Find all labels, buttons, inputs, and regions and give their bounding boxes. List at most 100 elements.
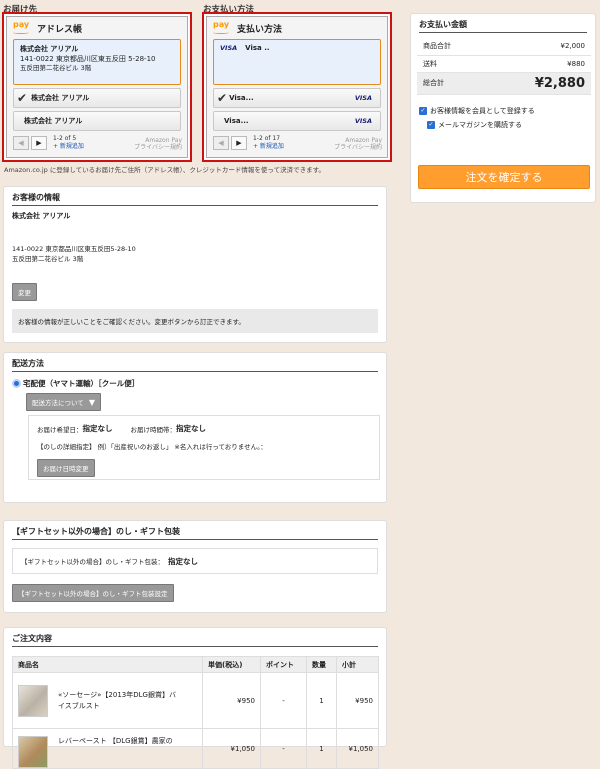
address-book-title: アドレス帳 [37,24,83,35]
table-row: レバーペースト 【DLG銀賞】農家の ¥1,050 - 1 ¥1,050 [12,728,379,769]
col-price: 単価(税込) [202,656,261,673]
col-points: ポイント [260,656,307,673]
gift-settings-button[interactable]: 【ギフトセット以外の場合】のし・ギフト包装設定 [12,584,174,602]
customer-address-line2: 五反田第二花谷ビル 3階 [12,254,84,263]
address-book-widget-frame: pay アドレス帳 株式会社 アリアル 141-0022 東京都品川区東五反田 … [2,12,192,162]
product-name[interactable]: レバーペースト 【DLG銀賞】農家の [58,736,173,746]
amazon-pay-note: Amazon Pay [145,136,182,144]
customer-confirm-note: お客様の情報が正しいことをご確認ください。変更ボタンから訂正できます。 [12,308,378,333]
selected-address[interactable]: 株式会社 アリアル 141-0022 東京都品川区東五反田 5-28-10 五反… [13,39,181,85]
delivery-detail-box: お届け希望日： 指定なし お届け時間帯： 指定なし 【のしの詳細指定】 例）「出… [28,415,380,480]
change-customer-button[interactable]: 変更 [12,282,37,301]
delivery-time-label: お届け時間帯： [130,425,177,434]
delivery-date-value: 指定なし [82,424,113,433]
add-new-address-link[interactable]: + 新規追加 [53,143,84,150]
triangle-down-icon: ▼ [88,397,95,407]
gift-title: 【ギフトセット以外の場合】のし・ギフト包装 [12,521,378,540]
gift-current-box: 【ギフトセット以外の場合】のし・ギフト包装： 指定なし [12,548,378,574]
triangle-right-icon: ▶ [236,138,242,147]
delivery-method-label: 宅配便（ヤマト運輸）［クール便］ [23,379,140,388]
register-checkbox[interactable]: ✓ [419,106,427,115]
product-points: - [260,672,307,729]
address-option-label: 株式会社 アリアル [31,94,90,102]
card-option[interactable]: Visa... VISA [213,111,381,131]
product-price: ¥1,050 [202,728,261,769]
card-option-label: Visa... [229,94,254,102]
newsletter-label: メールマガジンを購読する [438,120,522,129]
selected-card-label: Visa .. [245,44,270,52]
triangle-left-icon: ◀ [218,138,224,147]
subtotal-label: 商品合計 [417,38,486,56]
product-name-cont[interactable]: イスブルスト [58,701,176,712]
delivery-info-button[interactable]: 配送方法について ▼ [26,393,101,411]
noshi-note: 【のしの詳細指定】 例）「出産祝いのお返し」 ※名入れは行っておりません。： [37,443,267,451]
col-subtotal: 小計 [336,656,379,673]
change-delivery-date-button[interactable]: お届け日時変更 [37,459,95,477]
delivery-info-button-label: 配送方法について [32,399,84,407]
shipping-fee-label: 送料 [417,55,486,73]
gift-current-value: 指定なし [168,556,198,566]
next-page-button[interactable]: ▶ [231,135,247,150]
product-thumbnail[interactable] [18,684,48,717]
amazon-pay-logo: pay [213,21,231,35]
newsletter-checkbox[interactable]: ✓ [427,120,435,129]
payment-widget-frame: pay 支払い方法 VISA Visa .. ✔ Visa... VISA Vi… [202,12,392,162]
privacy-link[interactable]: プライバシー規約 [134,144,182,151]
total-value: ¥2,880 [485,72,591,95]
selected-address-line2: 五反田第二花谷ビル 3階 [20,64,92,73]
delivery-method-radio[interactable] [12,379,21,388]
address-option[interactable]: ✔ 株式会社 アリアル [13,88,181,108]
next-page-button[interactable]: ▶ [31,135,47,150]
product-qty: 1 [306,672,337,729]
gift-card: 【ギフトセット以外の場合】のし・ギフト包装 【ギフトセット以外の場合】のし・ギフ… [3,520,387,613]
address-option[interactable]: 株式会社 アリアル [13,111,181,131]
delivery-title: 配送方法 [12,353,378,372]
delivery-time-value: 指定なし [176,424,206,433]
card-option[interactable]: ✔ Visa... VISA [213,88,381,108]
product-name[interactable]: «ソーセージ»【2013年DLG銀賞】バ [58,690,176,701]
privacy-link[interactable]: プライバシー規約 [334,144,382,151]
address-option-label: 株式会社 アリアル [24,117,83,125]
col-product: 商品名 [12,656,203,673]
product-qty: 1 [306,728,337,769]
summary-table: 商品合計 ¥2,000 送料 ¥880 総合計 ¥2,880 [417,38,591,95]
product-price: ¥950 [202,672,261,729]
order-card: ご注文内容 商品名 単価(税込) ポイント 数量 小計 «ソーセージ»【2013… [3,627,387,769]
checkmark-icon: ✔ [217,91,228,105]
selected-address-name: 株式会社 アリアル [20,45,79,53]
order-table: 商品名 単価(税込) ポイント 数量 小計 «ソーセージ»【2013年DLG銀賞… [12,656,379,769]
delivery-card: 配送方法 宅配便（ヤマト運輸）［クール便］ 配送方法について ▼ お届け希望日：… [3,352,387,503]
summary-title: お支払い金額 [419,14,587,33]
product-subtotal: ¥950 [336,672,379,729]
prev-page-button[interactable]: ◀ [213,135,229,150]
payment-widget: pay 支払い方法 VISA Visa .. ✔ Visa... VISA Vi… [206,16,388,158]
product-thumbnail[interactable] [18,735,48,768]
payment-summary-card: お支払い金額 商品合計 ¥2,000 送料 ¥880 総合計 ¥2,880 ✓ … [410,13,596,203]
payment-method-title: 支払い方法 [237,24,283,35]
prev-page-button[interactable]: ◀ [13,135,29,150]
visa-logo: VISA [220,44,238,52]
address-book-widget: pay アドレス帳 株式会社 アリアル 141-0022 東京都品川区東五反田 … [6,16,188,158]
selected-card[interactable]: VISA Visa .. [213,39,381,85]
triangle-right-icon: ▶ [36,138,42,147]
amazon-pay-note: Amazon Pay [345,136,382,144]
checkmark-icon: ✔ [17,91,28,105]
amazon-pay-description: Amazon.co.jp に登録しているお届け先ご住所（アドレス帳）、クレジット… [4,166,325,174]
shipping-fee-value: ¥880 [485,55,591,73]
total-label: 総合計 [417,72,486,95]
triangle-left-icon: ◀ [18,138,24,147]
col-qty: 数量 [306,656,337,673]
customer-info-title: お客様の情報 [12,187,378,206]
product-points: - [260,728,307,769]
register-label: お客様情報を会員として登録する [430,106,535,115]
customer-info-card: お客様の情報 株式会社 アリアル 141-0022 東京都品川区東五反田5-28… [3,186,387,343]
confirm-order-button[interactable]: 注文を確定する [418,165,590,189]
visa-logo: VISA [354,94,372,102]
visa-logo: VISA [354,117,372,125]
gift-current-label: 【ギフトセット以外の場合】のし・ギフト包装： [21,558,164,566]
table-row: «ソーセージ»【2013年DLG銀賞】バ イスブルスト ¥950 - 1 ¥95… [12,672,379,729]
add-new-card-link[interactable]: + 新規追加 [253,143,284,150]
order-title: ご注文内容 [12,628,378,647]
delivery-date-label: お届け希望日： [37,425,83,434]
pager-count: 1-2 of 17 [253,135,281,142]
